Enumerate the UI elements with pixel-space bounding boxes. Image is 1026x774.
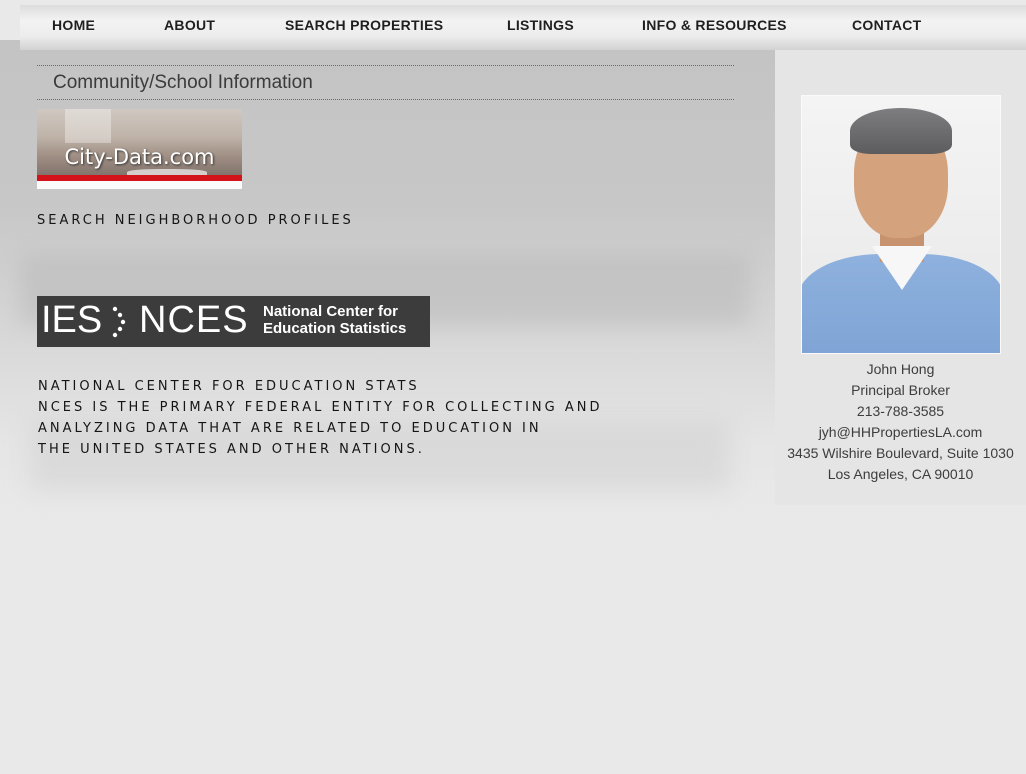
- agent-email[interactable]: jyh@HHPropertiesLA.com: [775, 422, 1026, 443]
- nav-search-properties[interactable]: SEARCH PROPERTIES: [285, 17, 443, 33]
- nces-description-line: ANALYZING DATA THAT ARE RELATED TO EDUCA…: [38, 421, 542, 436]
- nces-logo[interactable]: IES NCES National Center for Education S…: [37, 296, 430, 347]
- nces-full-name-line2: Education Statistics: [263, 320, 407, 337]
- nav-info-resources[interactable]: INFO & RESOURCES: [642, 17, 787, 33]
- agent-address-line1: 3435 Wilshire Boulevard, Suite 1030: [787, 445, 1014, 461]
- agent-address-line2: Los Angeles, CA 90010: [827, 466, 974, 482]
- nces-description-line: NCES IS THE PRIMARY FEDERAL ENTITY FOR C…: [38, 400, 603, 415]
- logo-white-stripe: [37, 181, 242, 189]
- nces-heading[interactable]: NATIONAL CENTER FOR EDUCATION STATS: [38, 376, 602, 397]
- nav-contact[interactable]: CONTACT: [852, 17, 922, 33]
- agent-phone[interactable]: 213-788-3585: [775, 401, 1026, 422]
- agent-contact-card: John Hong Principal Broker 213-788-3585 …: [775, 359, 1026, 485]
- city-data-logo[interactable]: City-Data.com: [37, 109, 242, 189]
- agent-photo: [801, 95, 1001, 354]
- section-title: Community/School Information: [53, 72, 313, 93]
- section-header: Community/School Information: [37, 65, 734, 100]
- photo-hair: [850, 108, 952, 154]
- logo-sky-patch: [65, 109, 111, 143]
- nav-about[interactable]: ABOUT: [164, 17, 215, 33]
- main-nav: HOME ABOUT SEARCH PROPERTIES LISTINGS IN…: [20, 5, 1026, 50]
- nces-dots-icon: [112, 306, 126, 338]
- nces-description: NATIONAL CENTER FOR EDUCATION STATS NCES…: [38, 376, 602, 460]
- ies-logo-text: IES: [41, 299, 103, 341]
- nces-full-name-line1: National Center for: [263, 303, 399, 320]
- search-neighborhood-link[interactable]: SEARCH NEIGHBORHOOD PROFILES: [37, 210, 354, 231]
- nces-description-line: THE UNITED STATES AND OTHER NATIONS.: [38, 442, 425, 457]
- city-data-logo-text: City-Data.com: [64, 145, 215, 169]
- agent-name: John Hong: [866, 361, 935, 377]
- nces-logo-text: NCES: [139, 299, 249, 341]
- nav-listings[interactable]: LISTINGS: [507, 17, 574, 33]
- agent-title: Principal Broker: [851, 382, 950, 398]
- nav-home[interactable]: HOME: [52, 17, 95, 33]
